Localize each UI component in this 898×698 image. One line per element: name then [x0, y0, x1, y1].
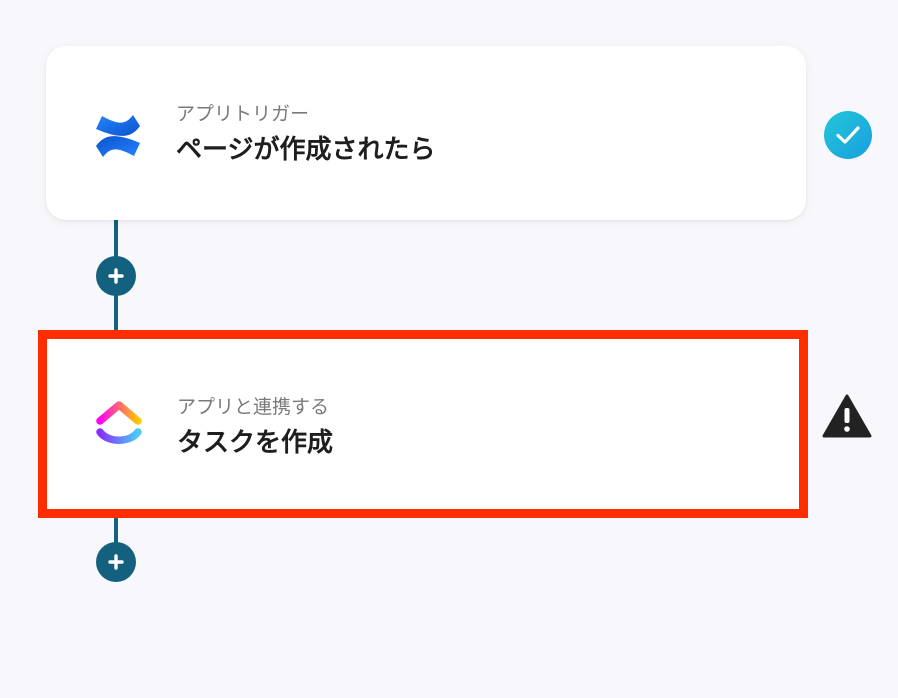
plus-icon [108, 268, 124, 284]
step-subtitle: アプリと連携する [177, 396, 330, 418]
warning-triangle-icon [821, 393, 873, 439]
action-step-text: アプリと連携する タスクを作成 [177, 395, 333, 459]
add-step-button[interactable] [96, 256, 136, 296]
confluence-logo-icon [86, 104, 150, 168]
add-step-button[interactable] [96, 542, 136, 582]
step-title: タスクを作成 [177, 428, 334, 458]
step-title: ページが作成されたら [176, 135, 436, 165]
action-step-card[interactable]: アプリと連携する タスクを作成 [38, 330, 808, 518]
trigger-step-text: アプリトリガー ページが作成されたら [176, 102, 435, 166]
clickup-logo-icon [87, 393, 151, 457]
plus-icon [108, 554, 124, 570]
step-subtitle: アプリトリガー [176, 103, 310, 125]
trigger-step-card[interactable]: アプリトリガー ページが作成されたら [46, 46, 806, 220]
check-circle-icon [823, 110, 873, 160]
